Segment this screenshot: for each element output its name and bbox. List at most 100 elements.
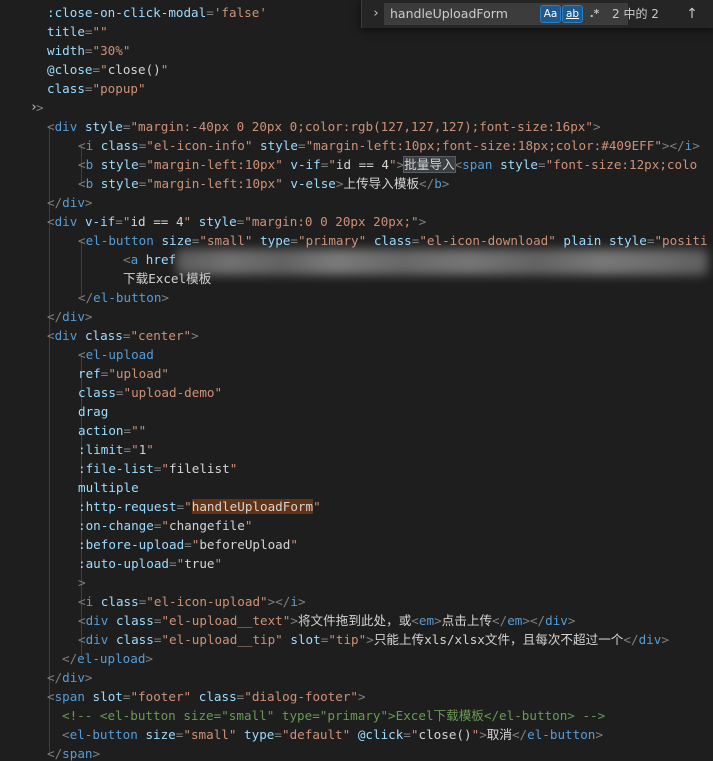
- code-token: div: [62, 309, 85, 324]
- code-token: >: [692, 138, 700, 153]
- code-token: ": [100, 62, 108, 77]
- code-line: <div style="margin:-40px 0 20px 0;color:…: [47, 117, 601, 136]
- code-token: el-button: [85, 233, 154, 248]
- code-token: ": [183, 214, 192, 229]
- code-token: >: [92, 746, 101, 761]
- code-token: ></: [267, 594, 291, 609]
- code-token: style: [500, 157, 538, 172]
- code-token: "small": [183, 727, 237, 742]
- code-token: div: [85, 632, 109, 647]
- code-line: </div>: [47, 668, 93, 687]
- code-token: style: [84, 119, 123, 134]
- code-token: <: [47, 689, 55, 704]
- find-input-value[interactable]: handleUploadForm: [390, 4, 508, 24]
- code-line: :close-on-click-modal='false': [47, 3, 267, 22]
- code-token: <: [78, 613, 86, 628]
- code-token: drag: [78, 404, 109, 419]
- code-token: >: [145, 651, 154, 666]
- code-token: "small": [199, 233, 253, 248]
- code-token: <: [62, 727, 70, 742]
- code-token: ": [410, 727, 419, 742]
- code-line: <el-button size="small" type="primary" c…: [78, 231, 708, 250]
- code-token: <: [78, 157, 86, 172]
- code-token: ></: [522, 613, 546, 628]
- code-token: "positi: [654, 233, 708, 248]
- code-token: 取消: [486, 727, 512, 742]
- code-token: style: [608, 233, 647, 248]
- code-token: ": [214, 556, 223, 571]
- code-token: =: [274, 727, 282, 742]
- code-token: size: [161, 233, 192, 248]
- code-token: ": [388, 157, 397, 172]
- code-token: >: [161, 290, 170, 305]
- code-token: ": [244, 518, 253, 533]
- code-token: =: [123, 423, 132, 438]
- code-editor[interactable]: › :close-on-click-modal='false' title="" w…: [0, 0, 713, 761]
- code-token: ": [161, 461, 170, 476]
- code-token: v-if: [84, 214, 116, 229]
- code-token: :http-request: [78, 499, 177, 514]
- code-token: style: [198, 214, 237, 229]
- code-token: >: [441, 176, 450, 191]
- code-token: type: [244, 727, 275, 742]
- code-token: el-button: [93, 290, 162, 305]
- code-token: b: [434, 176, 442, 191]
- code-token: href: [145, 252, 177, 267]
- previous-match-arrow-icon[interactable]: ↑: [683, 4, 701, 24]
- code-token: style: [100, 157, 139, 172]
- code-token: </: [492, 613, 508, 628]
- code-token: class: [100, 138, 139, 153]
- code-token: <: [78, 176, 86, 191]
- match-case-toggle[interactable]: Aa: [540, 5, 561, 23]
- code-token: =: [123, 442, 132, 457]
- code-token: >: [592, 119, 601, 134]
- code-line: </div>: [47, 193, 93, 212]
- code-token: @close: [47, 62, 93, 77]
- code-token: =: [538, 157, 546, 172]
- code-token: el-button: [527, 727, 596, 742]
- regex-toggle[interactable]: .*: [585, 6, 604, 22]
- code-token: <: [47, 119, 55, 134]
- code-line: <span slot="footer" class="dialog-footer…: [47, 687, 366, 706]
- code-token: slot: [92, 689, 123, 704]
- code-line: </el-button>: [78, 288, 169, 307]
- code-token: 上传导入模板: [343, 176, 420, 191]
- code-token: 只能上传xls/xlsx文件，且每次不超过一个: [373, 632, 624, 647]
- code-token: close(): [418, 727, 472, 742]
- code-token: ref: [78, 366, 101, 381]
- code-token: "el-icon-download": [419, 233, 556, 248]
- code-token: >: [297, 594, 306, 609]
- toggle-replace-chevron-icon[interactable]: ›: [368, 4, 384, 24]
- code-line: <el-upload: [78, 345, 154, 364]
- code-token: "el-icon-upload": [146, 594, 268, 609]
- code-token: <: [78, 138, 86, 153]
- match-count: 2 中的 2: [612, 7, 659, 21]
- code-token: em: [418, 613, 435, 628]
- code-token: div: [85, 613, 109, 628]
- code-token: ></: [661, 138, 685, 153]
- code-token: <: [411, 613, 419, 628]
- code-token: div: [62, 670, 85, 685]
- code-token: </: [47, 746, 63, 761]
- code-token: ": [161, 518, 170, 533]
- code-line: multiple: [78, 478, 139, 497]
- find-input[interactable]: handleUploadForm Aa ab .*: [384, 3, 628, 25]
- code-token: =: [115, 214, 123, 229]
- code-token: slot: [290, 632, 321, 647]
- whole-word-toggle[interactable]: ab: [562, 5, 583, 23]
- code-token: "upload": [108, 366, 170, 381]
- code-token: changefile: [169, 518, 245, 533]
- code-token: ": [160, 62, 169, 77]
- code-token: action: [78, 423, 124, 438]
- code-token: >: [78, 575, 86, 590]
- code-token: i: [290, 594, 298, 609]
- code-line: :on-change="changefile": [78, 516, 252, 535]
- code-token: ": [229, 461, 238, 476]
- code-line: <div class="el-upload__text">将文件拖到此处，或<e…: [78, 611, 575, 630]
